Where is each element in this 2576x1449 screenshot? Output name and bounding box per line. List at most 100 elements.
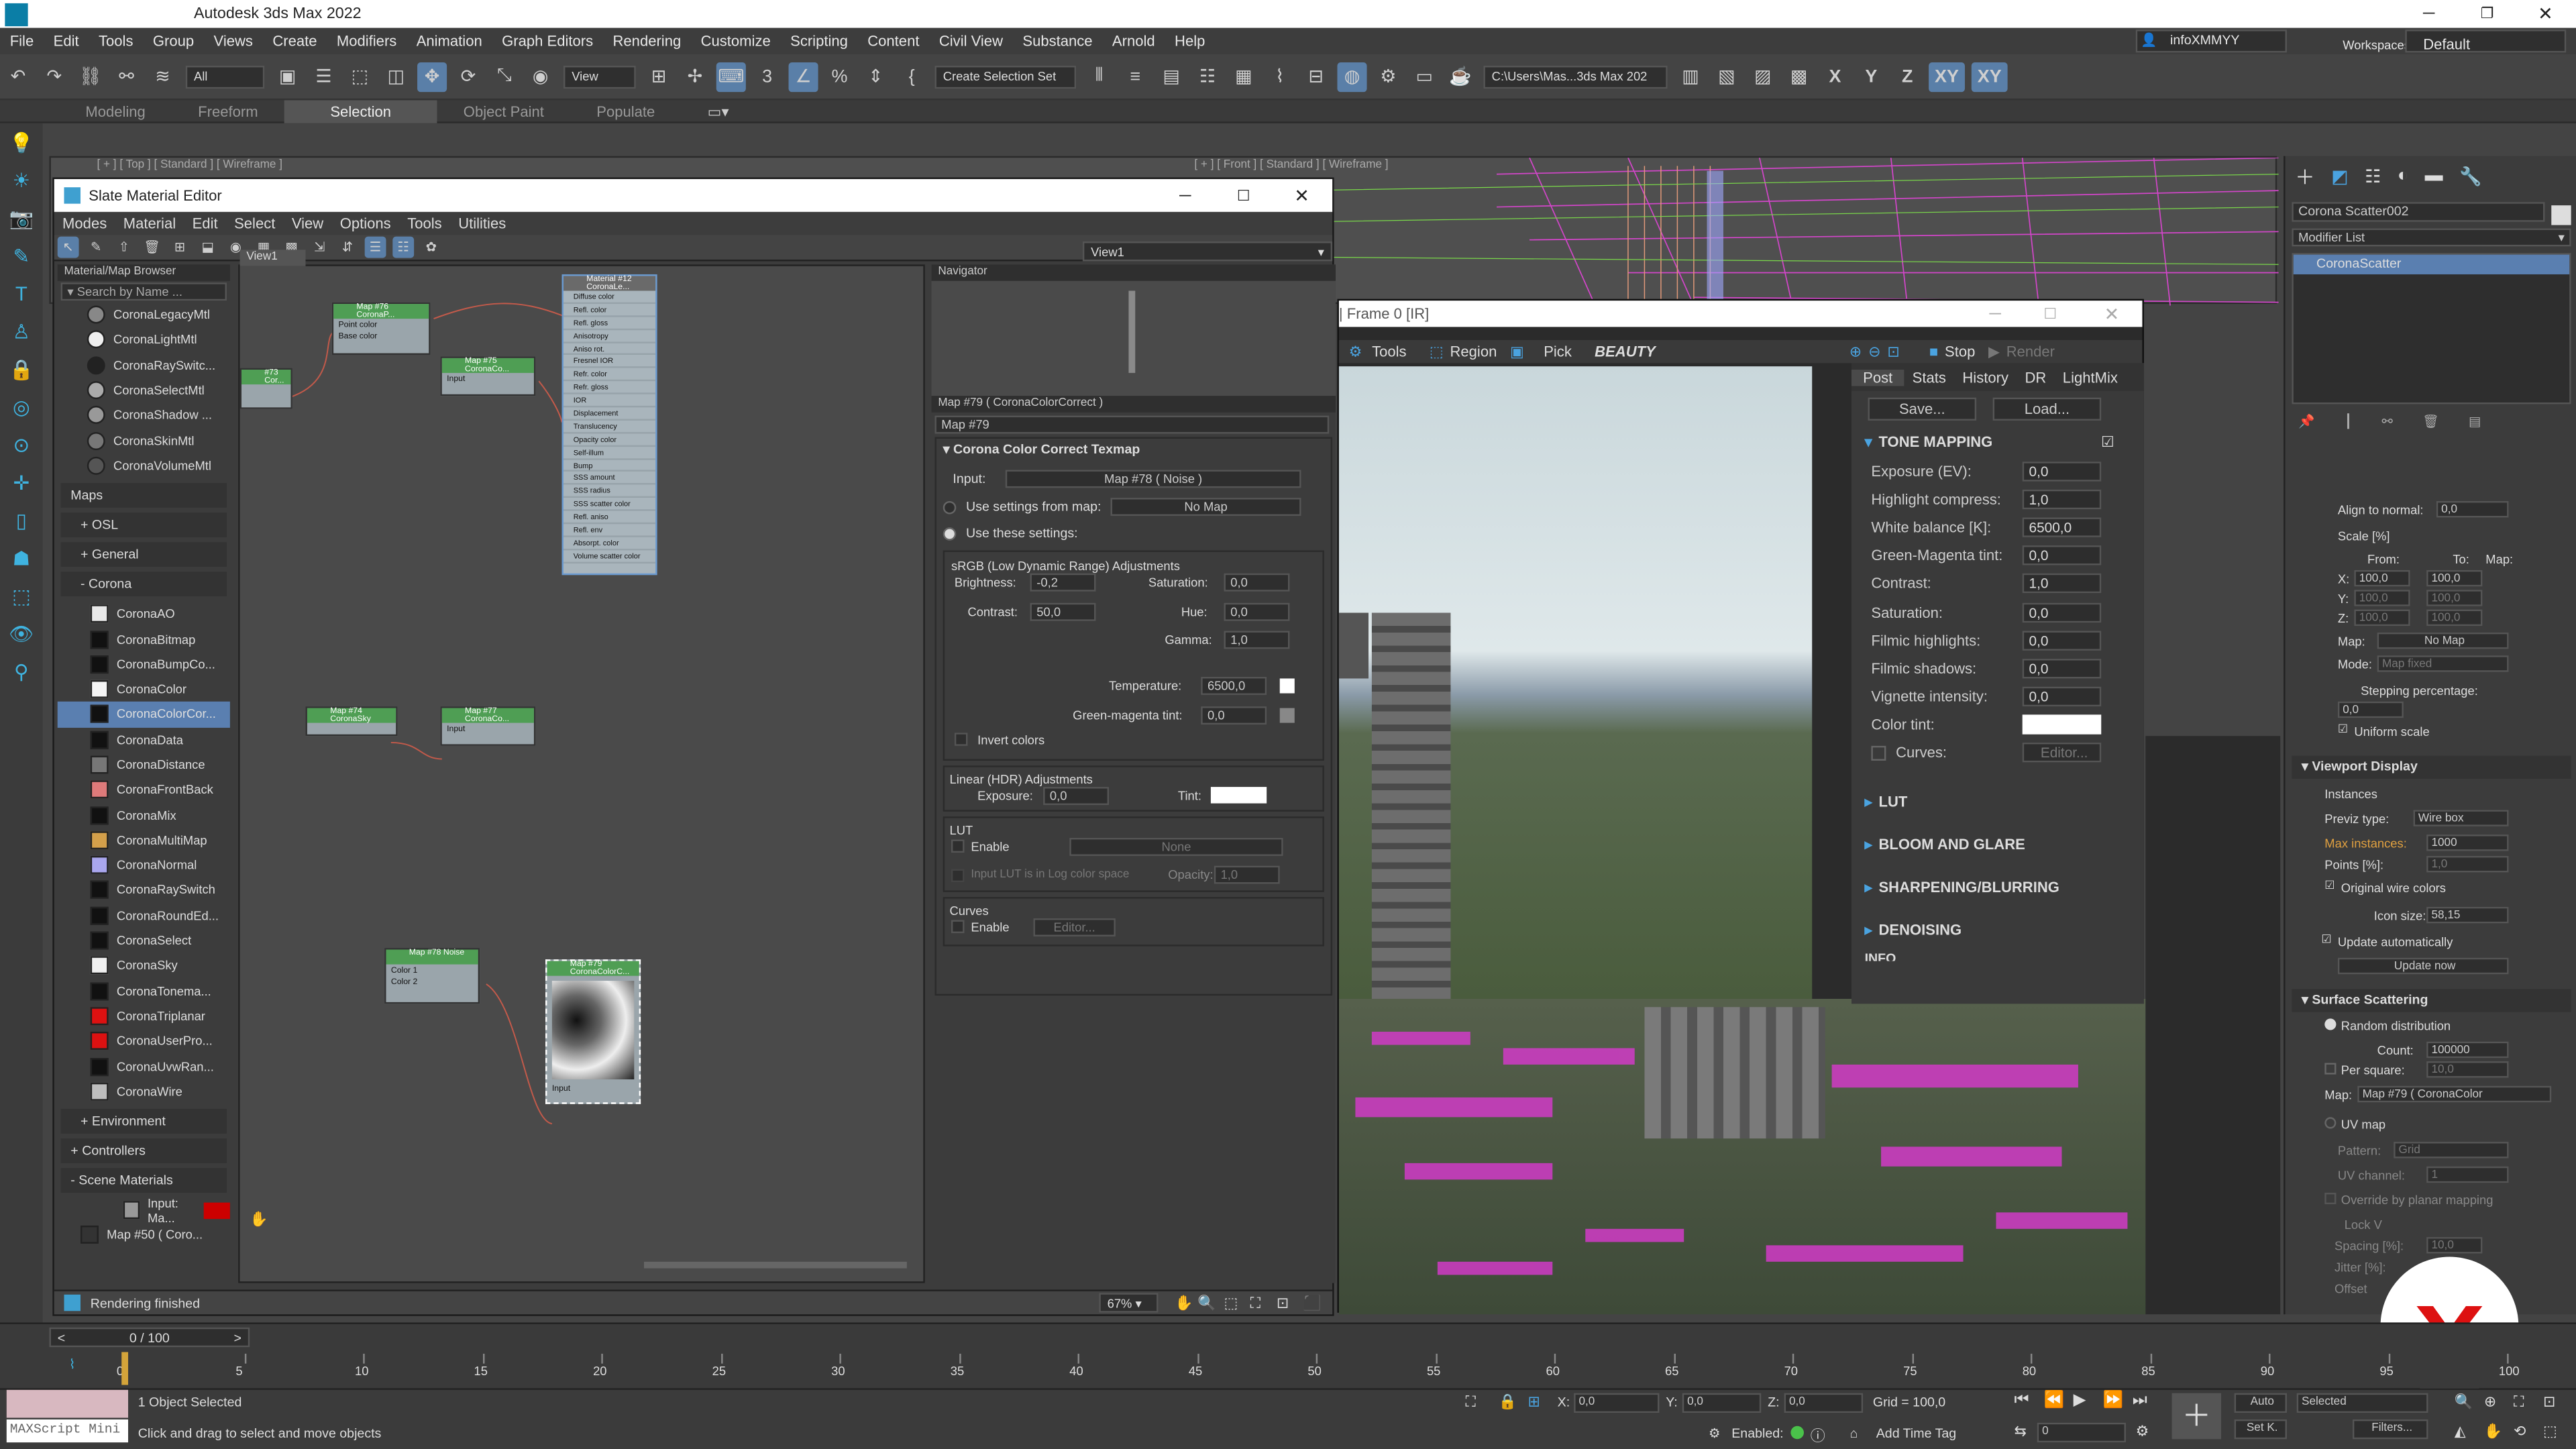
selection-filter-dropdown[interactable]: All — [185, 64, 265, 89]
display-tab-icon[interactable]: ▬ — [2425, 166, 2443, 185]
modifier-list-dropdown[interactable]: Modifier List ▾ — [2292, 228, 2571, 247]
keyboard-shortcut-icon[interactable]: ⌨ — [716, 61, 746, 91]
link-icon[interactable]: ⛓ — [76, 62, 105, 91]
group-corona[interactable]: - Corona — [60, 572, 227, 597]
input-map-button[interactable]: Map #78 ( Noise ) — [1005, 470, 1301, 488]
node-map-79[interactable]: Map #79 CoronaColorC... Input — [545, 959, 641, 1104]
node-map-76[interactable]: Map #76 CoronaP... Point color Base colo… — [331, 302, 431, 355]
tone-row-spinner[interactable]: 0,0 — [2022, 630, 2102, 651]
group-maps[interactable]: Maps — [60, 483, 227, 508]
map-item[interactable]: CoronaBumpCo... — [58, 651, 230, 676]
prev-key-icon[interactable]: ⏪ — [2044, 1391, 2064, 1409]
open-explorer-icon[interactable]: ▧ — [1712, 62, 1741, 91]
goto-start-icon[interactable]: ⏮ — [2014, 1391, 2029, 1409]
zoom-extents-icon[interactable]: ⛶ — [1250, 1294, 1260, 1312]
menu-help[interactable]: Help — [1165, 28, 1215, 54]
tint-swatch[interactable] — [1210, 787, 1267, 804]
timeline-ruler[interactable]: 0 5 10 15 20 25 30 35 40 45 50 55 60 65 70 75 80 85 90 95 10… — [117, 1353, 2573, 1387]
list-item[interactable]: CoronaLegacyMtl — [58, 303, 230, 327]
section-denoising[interactable]: ▸ DENOISING — [1851, 908, 2144, 951]
node-port[interactable]: Point color — [333, 319, 429, 332]
menu-animation[interactable]: Animation — [407, 28, 492, 54]
tab-object-paint[interactable]: Object Paint — [437, 99, 570, 122]
map-item[interactable]: CoronaAO — [58, 602, 230, 627]
container-icon[interactable]: ▩ — [1784, 62, 1814, 91]
color-tint-swatch[interactable] — [2022, 714, 2102, 735]
set-key-icon[interactable]: ＋ — [2171, 1393, 2222, 1440]
slate-layout-all-icon[interactable]: ⇵ — [337, 237, 358, 258]
menu-views[interactable]: Views — [204, 28, 263, 54]
orig-wire-check-icon[interactable]: ☑ — [2324, 879, 2334, 892]
scale-map-button[interactable]: No Map — [2377, 632, 2509, 649]
unlink-icon[interactable]: ⚯ — [112, 62, 142, 91]
vfb-render-button[interactable]: Render — [2006, 343, 2055, 360]
scale-x-from[interactable]: 100,0 — [2354, 570, 2410, 587]
orbit-view-icon[interactable]: ⟲ — [2514, 1423, 2526, 1441]
figure-icon[interactable]: ♙ — [7, 321, 36, 350]
pan-to-selected-icon[interactable]: ⬛ — [1303, 1294, 1321, 1312]
tab-lightmix[interactable]: LightMix — [2055, 369, 2127, 385]
eye-icon[interactable]: 👁 — [7, 623, 36, 652]
next-frame-icon[interactable]: > — [227, 1330, 248, 1344]
ribbon-toggle-icon[interactable]: ▦ — [1229, 62, 1258, 91]
slate-menu-edit[interactable]: Edit — [184, 212, 225, 235]
menu-graph-editors[interactable]: Graph Editors — [492, 28, 602, 54]
zoom-region-icon[interactable]: ⬚ — [1224, 1294, 1238, 1312]
tab-dr[interactable]: DR — [2017, 369, 2054, 385]
node-port[interactable]: Refl. color — [564, 304, 656, 317]
icon-size-spinner[interactable]: 58,15 — [2426, 906, 2509, 924]
uv-channel-spinner[interactable]: 1 — [2426, 1166, 2509, 1183]
select-object-icon[interactable]: ▣ — [273, 62, 303, 91]
slate-delete-icon[interactable]: 🗑 — [142, 237, 163, 258]
redo-icon[interactable]: ↷ — [40, 62, 69, 91]
node-port[interactable]: Aniso rot. — [564, 343, 656, 356]
pattern-dropdown[interactable]: Grid — [2394, 1142, 2509, 1159]
menu-substance[interactable]: Substance — [1013, 28, 1103, 54]
uv-map-radio[interactable] — [2324, 1117, 2337, 1129]
node-port[interactable]: Fresnel IOR — [564, 356, 656, 369]
tone-mapping-check-icon[interactable]: ☑ — [2101, 433, 2114, 451]
tab-freeform[interactable]: Freeform — [172, 99, 284, 122]
tab-history[interactable]: History — [1954, 369, 2017, 385]
menu-file[interactable]: File — [0, 28, 44, 54]
object-color-swatch[interactable] — [2551, 205, 2571, 225]
map-item[interactable]: CoronaDistance — [58, 752, 230, 777]
load-button[interactable]: Load... — [1992, 397, 2102, 421]
list-item[interactable]: CoronaRaySwitc... — [58, 353, 230, 378]
pick-icon[interactable]: ▣ — [1510, 343, 1524, 361]
tone-row-spinner[interactable]: 6500,0 — [2022, 517, 2102, 537]
window-crossing-icon[interactable]: ◫ — [381, 62, 411, 91]
uniform-check-icon[interactable]: ☑ — [2338, 723, 2348, 736]
slate-minimize-icon[interactable]: ─ — [1179, 186, 1191, 205]
maxscript-listener[interactable] — [6, 1389, 129, 1418]
use-these-radio[interactable] — [943, 526, 957, 540]
view-dropdown[interactable]: View1 ▾ — [1082, 241, 1333, 262]
menu-rendering[interactable]: Rendering — [603, 28, 691, 54]
map-item[interactable]: CoronaColorCor... — [57, 702, 230, 727]
curves-editor-button[interactable]: Editor... — [1033, 918, 1116, 936]
lut-opacity-spinner[interactable]: 1,0 — [1214, 865, 1280, 884]
group-general[interactable]: + General — [60, 542, 227, 568]
tab-modeling[interactable]: Modeling — [0, 99, 172, 122]
bind-space-warp-icon[interactable]: ≋ — [148, 62, 177, 91]
reference-coord-dropdown[interactable]: View — [564, 64, 636, 89]
node-view[interactable]: View1 Map #76 CoronaP... Point color Bas… — [238, 250, 925, 1283]
axis-icon[interactable]: ✛ — [7, 472, 36, 501]
curves-enable-checkbox[interactable] — [951, 920, 965, 934]
target-icon[interactable]: ⊙ — [7, 434, 36, 464]
named-selection-dropdown[interactable]: Create Selection Set — [934, 64, 1077, 89]
panel-icon[interactable]: ▯ — [7, 509, 36, 539]
navigator-panel[interactable]: Navigator — [931, 264, 1336, 396]
node-map-78[interactable]: Map #78 Noise Color 1 Color 2 — [384, 948, 480, 1004]
list-item[interactable]: CoronaVolumeMtl — [58, 453, 230, 478]
schematic-view-icon[interactable]: ⊟ — [1301, 62, 1331, 91]
saturation-spinner[interactable]: 0,0 — [1224, 573, 1290, 592]
section-bloom[interactable]: ▸ BLOOM AND GLARE — [1851, 823, 2144, 866]
auto-key-button[interactable]: Auto — [2234, 1393, 2287, 1413]
minimize-icon[interactable]: ─ — [2423, 5, 2434, 23]
menu-group[interactable]: Group — [143, 28, 204, 54]
vfb-pick-button[interactable]: Pick — [1544, 343, 1572, 360]
select-manipulate-icon[interactable]: ✢ — [680, 62, 710, 91]
list-item[interactable]: CoronaSkinMtl — [58, 428, 230, 453]
map-item[interactable]: CoronaColor — [58, 677, 230, 702]
